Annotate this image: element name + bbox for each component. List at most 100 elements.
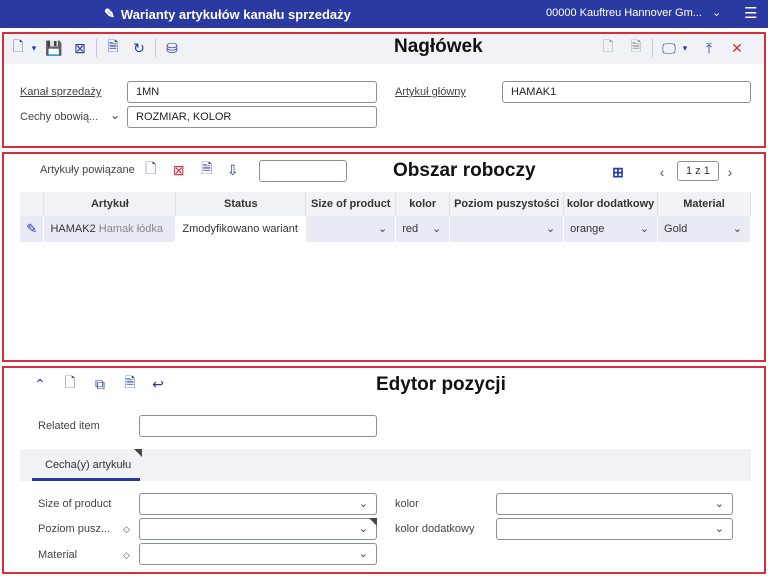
chevron-down-icon[interactable]: ⌄ — [110, 108, 120, 122]
mandatory-features-field[interactable]: ROZMIAR, KOLOR — [127, 106, 377, 128]
header-toolbar-left: 🗋 ▾ 💾 ⊠ 🗎 ↻ ⛁ — [8, 38, 182, 58]
material-label: Material — [38, 549, 78, 561]
document-edit-icon[interactable]: 🗎 — [103, 38, 123, 58]
column-header-artykul[interactable]: Artykuł — [43, 192, 177, 216]
new-document-icon[interactable]: 🗋 — [60, 374, 80, 394]
material-value: Gold — [664, 223, 688, 235]
tab-active-underline — [32, 478, 140, 481]
close-icon[interactable]: ✕ — [727, 38, 747, 58]
table-header: Artykuł Status Size of product kolor Poz… — [20, 192, 751, 216]
chevron-down-icon[interactable]: ⌄ — [715, 522, 724, 535]
chevron-down-icon[interactable]: ⌄ — [359, 522, 368, 535]
cell-size[interactable]: ⌄ — [305, 216, 397, 242]
database-icon[interactable]: ⛁ — [162, 38, 182, 58]
diamond-icon: ◇ — [123, 550, 130, 560]
poziom-select[interactable]: ⌄ — [139, 518, 377, 540]
discard-icon[interactable]: ⊠ — [70, 38, 90, 58]
collapse-top-icon[interactable]: ⤒ — [699, 38, 719, 58]
field-corner-marker — [369, 518, 377, 526]
cell-poziom[interactable]: ⌄ — [449, 216, 565, 242]
row-marker-header — [20, 192, 45, 216]
editor-section-title: Edytor pozycji — [376, 374, 506, 395]
sales-channel-field[interactable]: 1MN — [127, 81, 377, 103]
poziom-label: Poziom pusz... — [38, 523, 111, 535]
row-edit-icon[interactable]: ✎ — [20, 216, 45, 242]
header-section-title: Nagłówek — [394, 36, 483, 57]
material-select[interactable]: ⌄ — [139, 543, 377, 565]
related-articles-label: Artykuły powiązane — [40, 164, 135, 176]
mandatory-features-label: Cechy obowią... — [20, 111, 99, 123]
cell-kolor[interactable]: red ⌄ — [395, 216, 451, 242]
chevron-down-icon[interactable]: ⌄ — [359, 497, 368, 510]
chevron-up-icon[interactable]: ⌃ — [30, 374, 50, 394]
chevron-down-icon[interactable]: ⌄ — [546, 222, 555, 235]
chevron-down-icon[interactable]: ⌄ — [733, 222, 742, 235]
kolor-select[interactable]: ⌄ — [496, 493, 733, 515]
title-bar: ✎ Warianty artykułów kanału sprzedaży 00… — [0, 0, 768, 28]
article-name: Hamak łódka — [98, 223, 163, 235]
column-header-kolor-dodatkowy[interactable]: kolor dodatkowy — [563, 192, 659, 216]
table-row[interactable]: ✎ HAMAK2 Hamak łódka Zmodyfikowano waria… — [20, 216, 751, 242]
cell-status[interactable]: Zmodyfikowano wariant — [175, 216, 307, 242]
add-document-icon[interactable]: 🗋 — [598, 38, 618, 58]
copy-document-icon[interactable]: ⧉ — [90, 374, 110, 394]
main-article-label: Artykuł główny — [395, 86, 466, 98]
size-select[interactable]: ⌄ — [139, 493, 377, 515]
chevron-down-icon[interactable]: ⌄ — [712, 6, 721, 19]
workarea-toolbar: Artykuły powiązane 🗋 ⊠ 🗎 ⇩ — [40, 160, 243, 180]
chevron-down-icon[interactable]: ⌄ — [715, 497, 724, 510]
cell-artykul[interactable]: HAMAK2 Hamak łódka — [43, 216, 177, 242]
workarea-section-title: Obszar roboczy — [393, 160, 536, 181]
kolor-dodatkowy-label: kolor dodatkowy — [395, 523, 475, 535]
column-header-kolor[interactable]: kolor — [395, 192, 451, 216]
chevron-down-icon[interactable]: ▾ — [679, 38, 691, 58]
new-document-icon[interactable]: 🗋 — [8, 38, 28, 58]
article-code: HAMAK2 — [50, 223, 96, 235]
column-header-size[interactable]: Size of product — [305, 192, 397, 216]
tab-article-features[interactable]: Cecha(y) artykułu — [45, 459, 131, 471]
edit-pencil-icon: ✎ — [104, 6, 115, 21]
delete-document-icon[interactable]: ⊠ — [169, 160, 189, 180]
search-document-icon[interactable]: 🗎 — [626, 38, 646, 58]
kolor-label: kolor — [395, 498, 419, 510]
window-title-text: Warianty artykułów kanału sprzedaży — [120, 6, 351, 22]
window-title: ✎ Warianty artykułów kanału sprzedaży — [104, 6, 351, 22]
new-document-icon[interactable]: 🗋 — [141, 160, 161, 180]
document-edit-icon[interactable]: 🗎 — [120, 374, 140, 394]
cell-kolor-dodatkowy[interactable]: orange ⌄ — [563, 216, 659, 242]
chevron-down-icon[interactable]: ⌄ — [432, 222, 441, 235]
arrow-down-icon[interactable]: ⇩ — [223, 160, 243, 180]
chevron-down-icon[interactable]: ▾ — [28, 38, 40, 58]
tab-corner-marker — [134, 449, 142, 457]
related-articles-input[interactable] — [259, 160, 347, 182]
chevron-down-icon[interactable]: ⌄ — [359, 547, 368, 560]
kolor-dodatkowy-select[interactable]: ⌄ — [496, 518, 733, 540]
kolor-value: red — [402, 223, 419, 235]
column-header-poziom[interactable]: Poziom puszystości — [449, 192, 565, 216]
workarea-section — [2, 152, 766, 362]
related-item-field[interactable] — [139, 415, 377, 437]
save-icon[interactable]: 💾 — [44, 38, 64, 58]
column-header-status[interactable]: Status — [175, 192, 307, 216]
header-toolbar-right: 🗋 🗎 🖵 ▾ ⤒ ✕ — [598, 38, 747, 58]
monitor-icon[interactable]: 🖵 — [659, 38, 679, 58]
pager[interactable]: 1 z 1 — [677, 161, 719, 181]
kolor-dodatkowy-value: orange — [570, 223, 605, 235]
size-label: Size of product — [38, 498, 112, 510]
chevron-right-icon[interactable]: › — [720, 162, 740, 182]
chevron-down-icon[interactable]: ⌄ — [378, 222, 387, 235]
refresh-icon[interactable]: ↻ — [129, 38, 149, 58]
chevron-left-icon[interactable]: ‹ — [652, 162, 672, 182]
sales-channel-label: Kanał sprzedaży — [20, 86, 102, 98]
related-item-label: Related item — [38, 420, 100, 432]
company-selector[interactable]: 00000 Kauftreu Hannover Gm... — [546, 7, 702, 19]
cell-material[interactable]: Gold ⌄ — [657, 216, 751, 242]
search-document-icon[interactable]: 🗎 — [197, 160, 217, 180]
diamond-icon: ◇ — [123, 524, 130, 534]
undo-icon[interactable]: ↩ — [148, 374, 168, 394]
column-header-material[interactable]: Material — [657, 192, 751, 216]
hamburger-icon[interactable]: ☰ — [744, 4, 757, 22]
main-article-field[interactable]: HAMAK1 — [502, 81, 751, 103]
excel-export-icon[interactable]: ⊞ — [608, 162, 628, 182]
chevron-down-icon[interactable]: ⌄ — [640, 222, 649, 235]
